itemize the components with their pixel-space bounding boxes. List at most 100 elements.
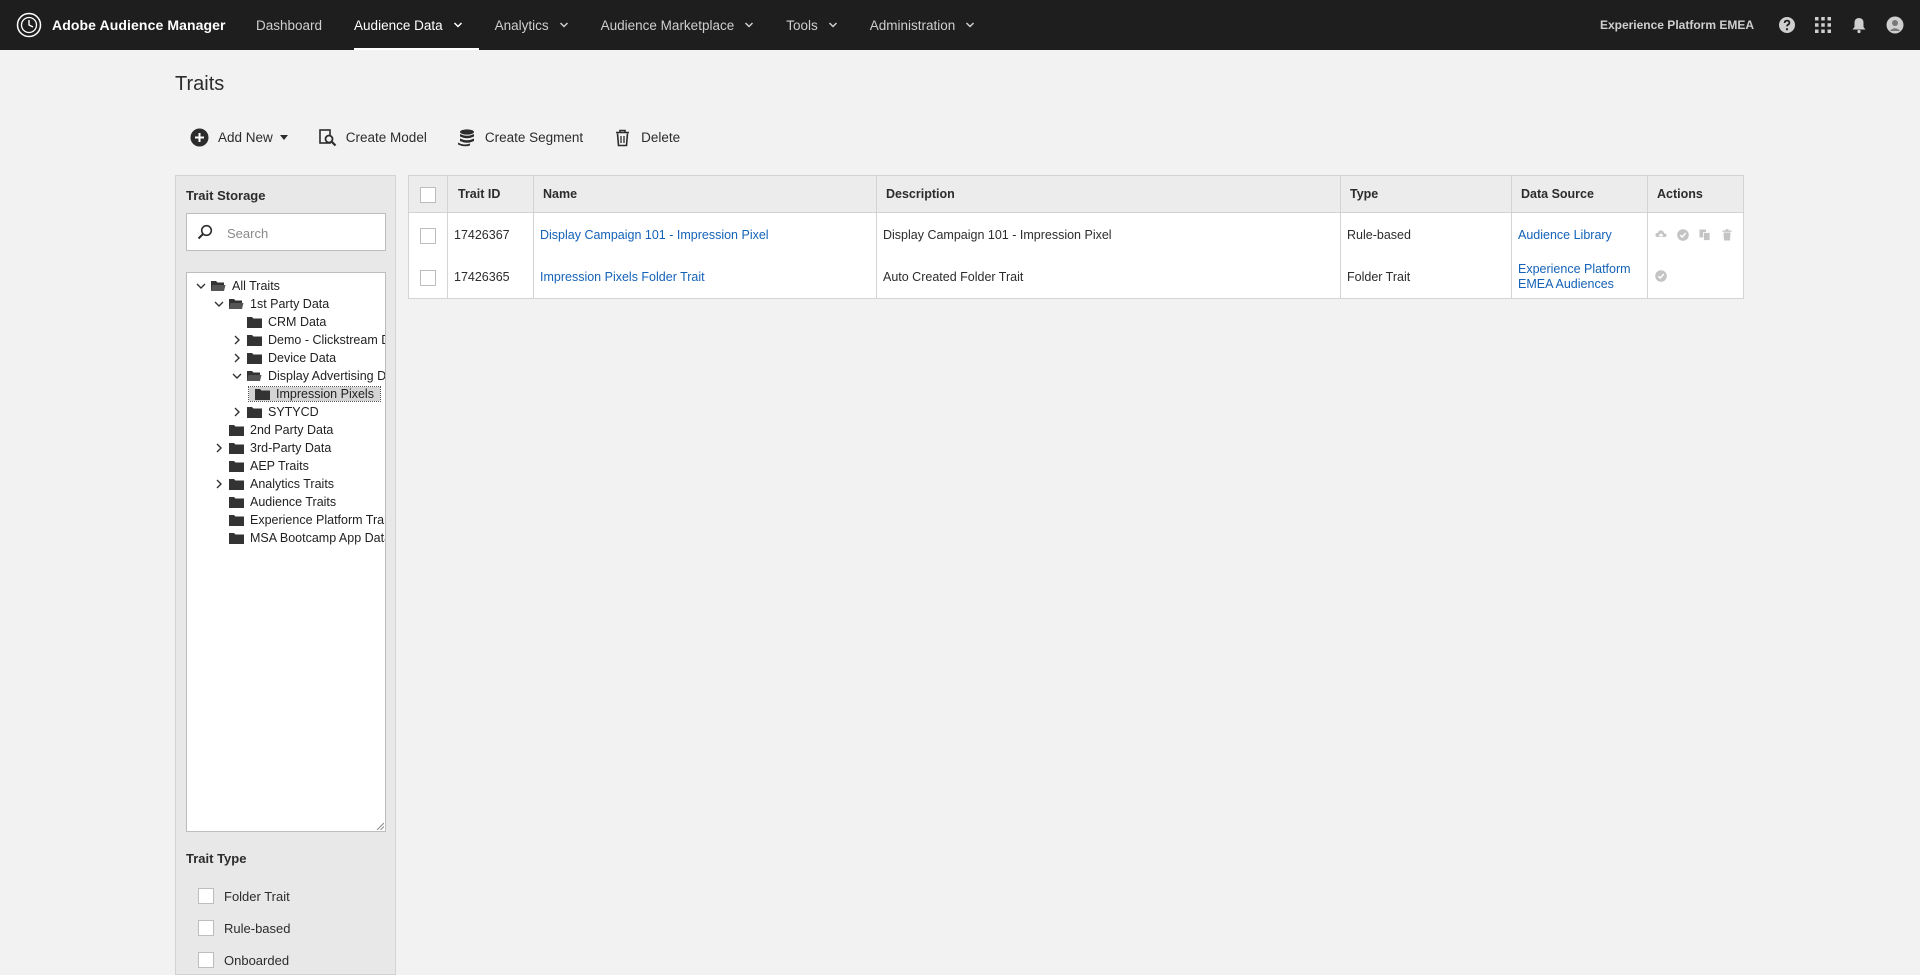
- folder-open-icon: [229, 299, 244, 309]
- brand[interactable]: Adobe Audience Manager: [16, 12, 226, 38]
- tree-node-experience-platform-traits[interactable]: Experience Platform Traits: [213, 511, 386, 529]
- chevron-right-icon[interactable]: [231, 406, 243, 418]
- column-header-description[interactable]: Description: [886, 187, 955, 201]
- delete-button[interactable]: Delete: [613, 128, 680, 147]
- nav-label: Audience Marketplace: [600, 17, 735, 33]
- tree-node-1st-party-data[interactable]: 1st Party Data: [213, 295, 329, 313]
- chevron-right-icon[interactable]: [213, 478, 225, 490]
- tree-node-analytics-traits[interactable]: Analytics Traits: [213, 475, 334, 493]
- folder-icon: [229, 479, 244, 490]
- trash-icon[interactable]: [1721, 229, 1733, 241]
- trait-type-heading: Trait Type: [186, 851, 247, 866]
- select-all-checkbox[interactable]: [420, 187, 436, 203]
- check-circle-icon[interactable]: [1677, 229, 1689, 241]
- checkbox-label: Rule-based: [224, 920, 291, 936]
- folder-icon: [255, 389, 270, 400]
- tree-node-2nd-party-data[interactable]: 2nd Party Data: [213, 421, 333, 439]
- tree-node-audience-traits[interactable]: Audience Traits: [213, 493, 336, 511]
- apps-grid-icon[interactable]: [1814, 16, 1832, 34]
- tree-node-label: Device Data: [268, 351, 337, 365]
- nav-analytics[interactable]: Analytics: [479, 0, 585, 50]
- bell-icon[interactable]: [1850, 16, 1868, 34]
- nav-audience-marketplace[interactable]: Audience Marketplace: [585, 0, 771, 50]
- cell-type: Folder Trait: [1347, 270, 1411, 284]
- tree-node-msa-bootcamp-app-data[interactable]: MSA Bootcamp App Data: [213, 529, 385, 547]
- tree-node-all-traits[interactable]: All Traits: [195, 277, 280, 295]
- nav-tools[interactable]: Tools: [770, 0, 854, 50]
- resize-grip-icon[interactable]: [376, 822, 384, 830]
- column-header-trait-id[interactable]: Trait ID: [458, 187, 500, 201]
- trait-folder-tree: All Traits 1st Party Data CRM Data Demo …: [186, 272, 386, 832]
- copy-icon[interactable]: [1699, 229, 1711, 241]
- row-checkbox[interactable]: [420, 228, 436, 244]
- create-model-label: Create Model: [345, 130, 427, 145]
- filter-rule-based[interactable]: Rule-based: [198, 920, 291, 936]
- create-model-button[interactable]: Create Model: [318, 128, 427, 147]
- chevron-down-icon[interactable]: [231, 370, 243, 382]
- create-segment-button[interactable]: Create Segment: [457, 128, 583, 147]
- check-circle-icon[interactable]: [1655, 270, 1667, 282]
- toolbar: Add New Create Model Create Segment Dele…: [190, 128, 680, 147]
- nav-dashboard[interactable]: Dashboard: [240, 0, 338, 50]
- tree-node-sytycd[interactable]: SYTYCD: [231, 403, 319, 421]
- checkbox[interactable]: [198, 888, 214, 904]
- tree-node-label: AEP Traits: [250, 459, 309, 473]
- chevron-down-icon[interactable]: [195, 280, 207, 292]
- column-header-data-source[interactable]: Data Source: [1521, 187, 1594, 201]
- help-icon[interactable]: [1778, 16, 1796, 34]
- chevron-right-icon[interactable]: [231, 334, 243, 346]
- tree-node-3rd-party-data[interactable]: 3rd-Party Data: [213, 439, 331, 457]
- search-icon: [197, 224, 213, 240]
- delete-label: Delete: [641, 130, 681, 145]
- column-header-type[interactable]: Type: [1350, 187, 1378, 201]
- column-divider: [1647, 176, 1648, 298]
- chevron-right-icon[interactable]: [213, 442, 225, 454]
- nav-administration[interactable]: Administration: [854, 0, 992, 50]
- trait-storage-heading: Trait Storage: [186, 188, 266, 203]
- cell-type: Rule-based: [1347, 228, 1411, 242]
- create-segment-label: Create Segment: [484, 130, 584, 145]
- add-new-button[interactable]: Add New: [190, 128, 288, 147]
- column-divider: [447, 176, 448, 298]
- checkbox-label: Folder Trait: [224, 888, 290, 904]
- search-input[interactable]: [225, 222, 379, 244]
- folder-icon: [247, 407, 262, 418]
- filter-folder-trait[interactable]: Folder Trait: [198, 888, 290, 904]
- chevron-down-icon[interactable]: [213, 298, 225, 310]
- folder-icon: [247, 353, 262, 364]
- org-switcher[interactable]: Experience Platform EMEA: [1600, 18, 1754, 32]
- tree-node-label: 1st Party Data: [250, 297, 330, 311]
- folder-icon: [247, 335, 262, 346]
- upload-icon[interactable]: [1655, 229, 1667, 241]
- column-header-name[interactable]: Name: [543, 187, 577, 201]
- cell-name-link[interactable]: Impression Pixels Folder Trait: [540, 270, 705, 285]
- cell-data-source-link[interactable]: EMEA Audiences: [1518, 277, 1614, 292]
- tree-node-label: Impression Pixels: [276, 387, 374, 401]
- tree-node-aep-traits[interactable]: AEP Traits: [213, 457, 309, 475]
- chevron-right-icon[interactable]: [231, 352, 243, 364]
- row-checkbox[interactable]: [420, 270, 436, 286]
- tree-node-device-data[interactable]: Device Data: [231, 349, 336, 367]
- column-divider: [533, 176, 534, 298]
- tree-node-crm-data[interactable]: CRM Data: [231, 313, 326, 331]
- folder-open-icon: [247, 371, 262, 381]
- column-divider: [1511, 176, 1512, 298]
- tree-node-demo-clickstream-data[interactable]: Demo - Clickstream Data: [231, 331, 385, 349]
- folder-icon: [247, 317, 262, 328]
- folder-icon: [229, 515, 244, 526]
- avatar-icon[interactable]: [1886, 16, 1904, 34]
- tree-node-impression-pixels[interactable]: Impression Pixels: [248, 385, 381, 403]
- tree-node-label: CRM Data: [268, 315, 327, 329]
- tree-node-label: Experience Platform Traits: [250, 513, 386, 527]
- cell-data-source-link[interactable]: Audience Library: [1518, 228, 1612, 243]
- checkbox[interactable]: [198, 920, 214, 936]
- tree-node-display-advertising-data[interactable]: Display Advertising Data: [231, 367, 385, 385]
- tree-node-label: 3rd-Party Data: [250, 441, 332, 455]
- folder-open-icon: [211, 281, 226, 291]
- nav-audience-data[interactable]: Audience Data: [338, 0, 479, 50]
- cell-data-source-link[interactable]: Experience Platform: [1518, 262, 1631, 277]
- cell-name-link[interactable]: Display Campaign 101 - Impression Pixel: [540, 228, 769, 243]
- filter-onboarded[interactable]: Onboarded: [198, 952, 289, 968]
- nav-label: Audience Data: [354, 17, 443, 33]
- checkbox[interactable]: [198, 952, 214, 968]
